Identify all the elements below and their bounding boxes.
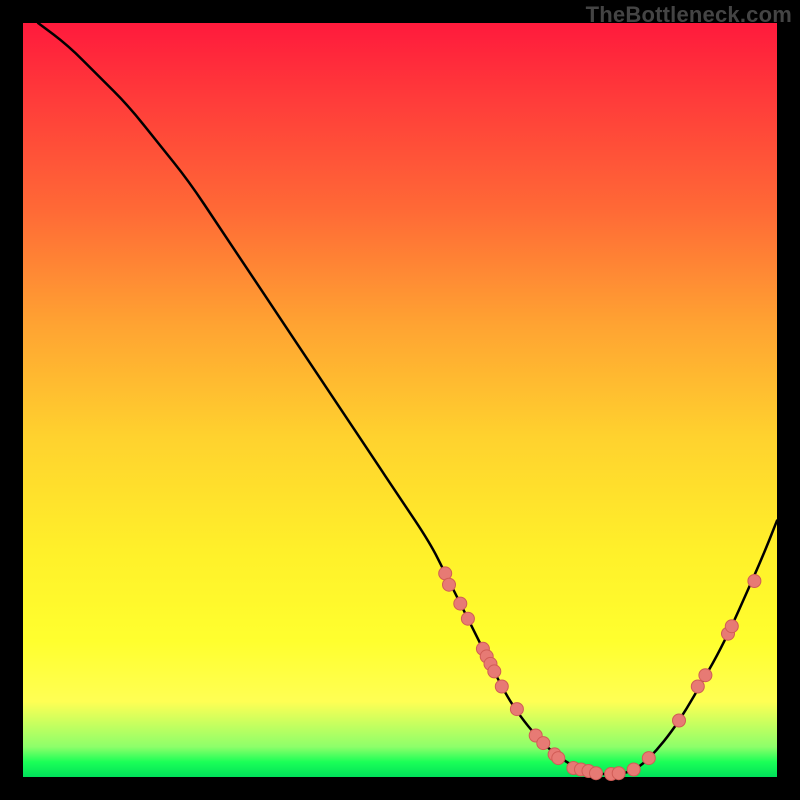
data-dot (748, 575, 761, 588)
data-dot (612, 767, 625, 780)
data-dot (673, 714, 686, 727)
plot-area (23, 23, 777, 777)
data-dots (439, 567, 761, 781)
data-dot (510, 703, 523, 716)
data-dot (454, 597, 467, 610)
data-dot (642, 752, 655, 765)
data-dot (461, 612, 474, 625)
chart-frame: TheBottleneck.com (0, 0, 800, 800)
data-dot (495, 680, 508, 693)
data-dot (552, 752, 565, 765)
data-dot (725, 620, 738, 633)
data-dot (590, 767, 603, 780)
bottleneck-curve (38, 23, 777, 774)
data-dot (699, 669, 712, 682)
data-dot (537, 737, 550, 750)
data-dot (691, 680, 704, 693)
data-dot (627, 763, 640, 776)
chart-svg (23, 23, 777, 777)
data-dot (488, 665, 501, 678)
data-dot (443, 578, 456, 591)
